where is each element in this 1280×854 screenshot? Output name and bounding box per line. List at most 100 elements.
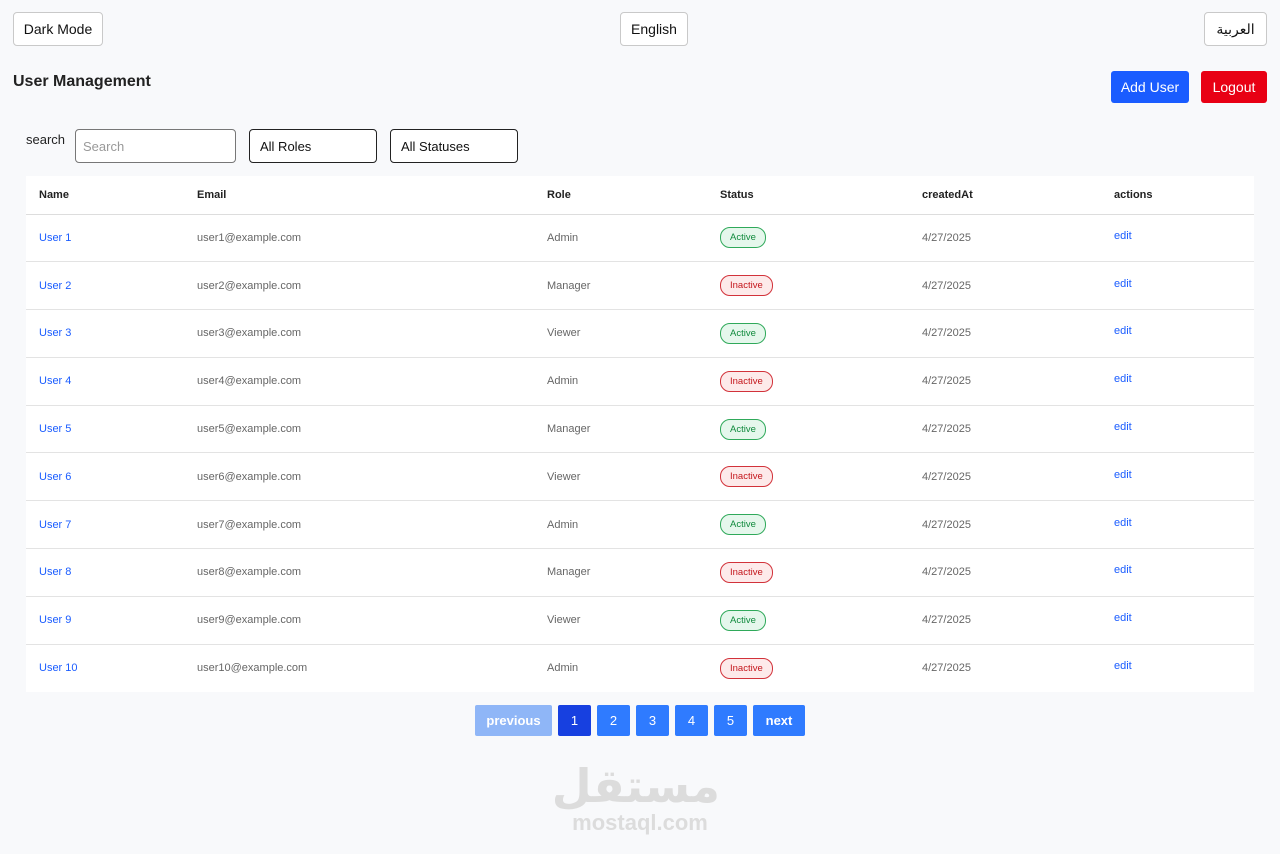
edit-link[interactable]: edit [1114, 564, 1132, 576]
actions-cell: edit [1101, 500, 1254, 550]
table-row: User 7 user7@example.com Admin Active 4/27/2… [26, 500, 1254, 550]
user-created-at: 4/27/2025 [909, 596, 1101, 645]
user-role: Admin [534, 500, 707, 550]
logout-button[interactable]: Logout [1201, 71, 1267, 103]
user-name-link[interactable]: User 10 [26, 644, 184, 692]
status-cell: Active [707, 596, 909, 645]
edit-link[interactable]: edit [1114, 325, 1132, 337]
user-role: Manager [534, 261, 707, 311]
user-email: user2@example.com [184, 261, 534, 311]
table-row: User 3 user3@example.com Viewer Active 4/27/… [26, 309, 1254, 358]
edit-link[interactable]: edit [1114, 660, 1132, 672]
user-name-link[interactable]: User 5 [26, 405, 184, 454]
english-language-button[interactable]: English [620, 12, 688, 46]
user-created-at: 4/27/2025 [922, 662, 971, 675]
status-cell: Active [707, 500, 909, 550]
actions-cell: edit [1101, 596, 1254, 645]
user-name-link[interactable]: User 1 [26, 214, 184, 263]
status-filter-select[interactable]: All Statuses [390, 129, 518, 163]
user-email: user5@example.com [184, 405, 534, 454]
actions-cell: edit [1101, 214, 1254, 263]
user-email: user7@example.com [184, 500, 534, 550]
user-name-link[interactable]: User 8 [26, 548, 184, 597]
status-badge: Inactive [720, 275, 773, 297]
role-filter-select[interactable]: All Roles [249, 129, 377, 163]
user-name-link[interactable]: User 4 [26, 357, 184, 406]
dark-mode-button[interactable]: Dark Mode [13, 12, 103, 46]
status-badge: Inactive [720, 657, 773, 679]
actions-cell: edit [1101, 357, 1254, 406]
user-created-at: 4/27/2025 [909, 261, 1101, 311]
table-row: User 4 user4@example.com Admin Inactive 4/27… [26, 357, 1254, 406]
add-user-button[interactable]: Add User [1111, 71, 1189, 103]
status-badge: Active [720, 227, 766, 249]
table-row: User 2 user2@example.com Manager Inactive 4/… [26, 261, 1254, 311]
edit-link[interactable]: edit [1114, 612, 1132, 624]
edit-link[interactable]: edit [1114, 230, 1132, 242]
actions-cell: edit [1101, 644, 1254, 692]
table-row: User 6 user6@example.com Viewer Inactive 4/2… [26, 452, 1254, 502]
actions-cell: edit [1101, 452, 1254, 502]
user-name-link[interactable]: User 7 [26, 500, 184, 550]
edit-link[interactable]: edit [1114, 469, 1132, 481]
watermark-logo: مستقل mostaql.com [552, 760, 720, 836]
previous-page-button[interactable]: previous [475, 705, 552, 736]
user-email: user6@example.com [184, 452, 534, 502]
user-created-at: 4/27/2025 [909, 452, 1101, 502]
user-created-at: 4/27/2025 [909, 548, 1101, 597]
status-badge: Inactive [720, 370, 773, 392]
table-row: User 9 user9@example.com Viewer Active 4/27/… [26, 596, 1254, 645]
page-3-button[interactable]: 3 [636, 705, 669, 736]
column-header-actions: actions [1101, 176, 1254, 215]
status-cell: Active [707, 309, 909, 358]
user-created-at: 4/27/2025 [909, 500, 1101, 550]
next-page-button[interactable]: next [753, 705, 805, 736]
users-table: Name Email Role Status createdAt actions… [26, 176, 1254, 692]
watermark-latin: mostaql.com [572, 810, 708, 835]
status-cell: Inactive [707, 357, 909, 406]
status-cell: Inactive [707, 261, 909, 311]
user-role: Viewer [534, 452, 707, 502]
user-role: Admin [534, 357, 707, 406]
user-name-link[interactable]: User 3 [26, 309, 184, 358]
edit-link[interactable]: edit [1114, 421, 1132, 433]
status-cell: Inactive [707, 644, 909, 692]
page-2-button[interactable]: 2 [597, 705, 630, 736]
user-email: user9@example.com [184, 596, 534, 645]
column-header-email: Email [184, 176, 534, 215]
user-role: Admin [534, 214, 707, 263]
actions-cell: edit [1101, 309, 1254, 358]
table-header-row: Name Email Role Status createdAt actions [26, 176, 1254, 215]
user-role: Manager [534, 405, 707, 454]
column-header-role: Role [534, 176, 707, 215]
arabic-language-button[interactable]: العربية [1204, 12, 1267, 46]
user-email: user4@example.com [184, 357, 534, 406]
user-email: user1@example.com [184, 214, 534, 263]
user-created-at: 4/27/2025 [909, 309, 1101, 358]
status-cell: Inactive [707, 452, 909, 502]
user-email: user8@example.com [184, 548, 534, 597]
page-4-button[interactable]: 4 [675, 705, 708, 736]
page-1-button[interactable]: 1 [558, 705, 591, 736]
user-name-link[interactable]: User 6 [26, 452, 184, 502]
user-role: Viewer [534, 309, 707, 358]
status-badge: Active [720, 322, 766, 344]
edit-link[interactable]: edit [1114, 373, 1132, 385]
user-name-link[interactable]: User 2 [26, 261, 184, 311]
user-role: Admin [547, 662, 579, 675]
page-5-button[interactable]: 5 [714, 705, 747, 736]
status-badge: Active [720, 514, 766, 536]
user-created-at: 4/27/2025 [909, 357, 1101, 406]
edit-link[interactable]: edit [1114, 278, 1132, 290]
user-name-link[interactable]: User 9 [26, 596, 184, 645]
status-badge: Active [720, 609, 766, 631]
search-label: search [26, 132, 66, 147]
search-input[interactable] [75, 129, 236, 163]
edit-link[interactable]: edit [1114, 517, 1132, 529]
column-header-name: Name [26, 176, 184, 215]
table-row: User 8 user8@example.com Manager Inactive 4/… [26, 548, 1254, 597]
status-cell: Active [707, 405, 909, 454]
status-cell: Inactive [707, 548, 909, 597]
pagination: previous 1 2 3 4 5 next [475, 705, 805, 736]
user-role: Viewer [534, 596, 707, 645]
